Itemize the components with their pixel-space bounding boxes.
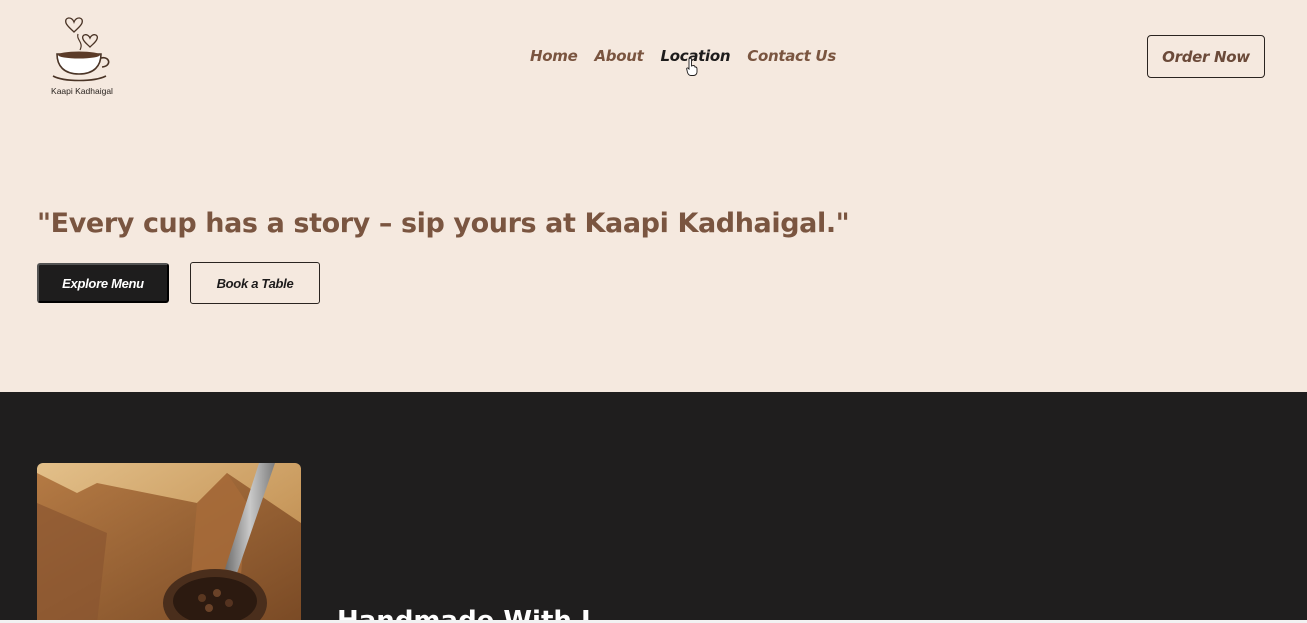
hero-quote: "Every cup has a story – sip yours at Ka…: [37, 208, 850, 239]
brand-name: Kaapi Kadhaigal: [51, 86, 113, 96]
nav-about[interactable]: About: [594, 47, 643, 65]
coffee-photo-image: [37, 463, 301, 623]
story-section: Handmade With L: [0, 392, 1307, 623]
nav-home[interactable]: Home: [530, 47, 578, 65]
coffee-beans-scoop-photo: [37, 463, 301, 623]
nav-contact-us[interactable]: Contact Us: [747, 47, 836, 65]
order-now-button[interactable]: Order Now: [1147, 35, 1265, 78]
site-header: Kaapi Kadhaigal Home About Location Cont…: [0, 0, 1307, 120]
explore-menu-button[interactable]: Explore Menu: [37, 263, 169, 303]
hand-cursor-icon: [686, 58, 698, 76]
coffee-cup-hearts-icon: [52, 17, 110, 82]
brand-logo[interactable]: Kaapi Kadhaigal: [44, 12, 120, 100]
main-nav: Home About Location Contact Us: [530, 47, 836, 65]
book-table-button[interactable]: Book a Table: [190, 262, 320, 304]
